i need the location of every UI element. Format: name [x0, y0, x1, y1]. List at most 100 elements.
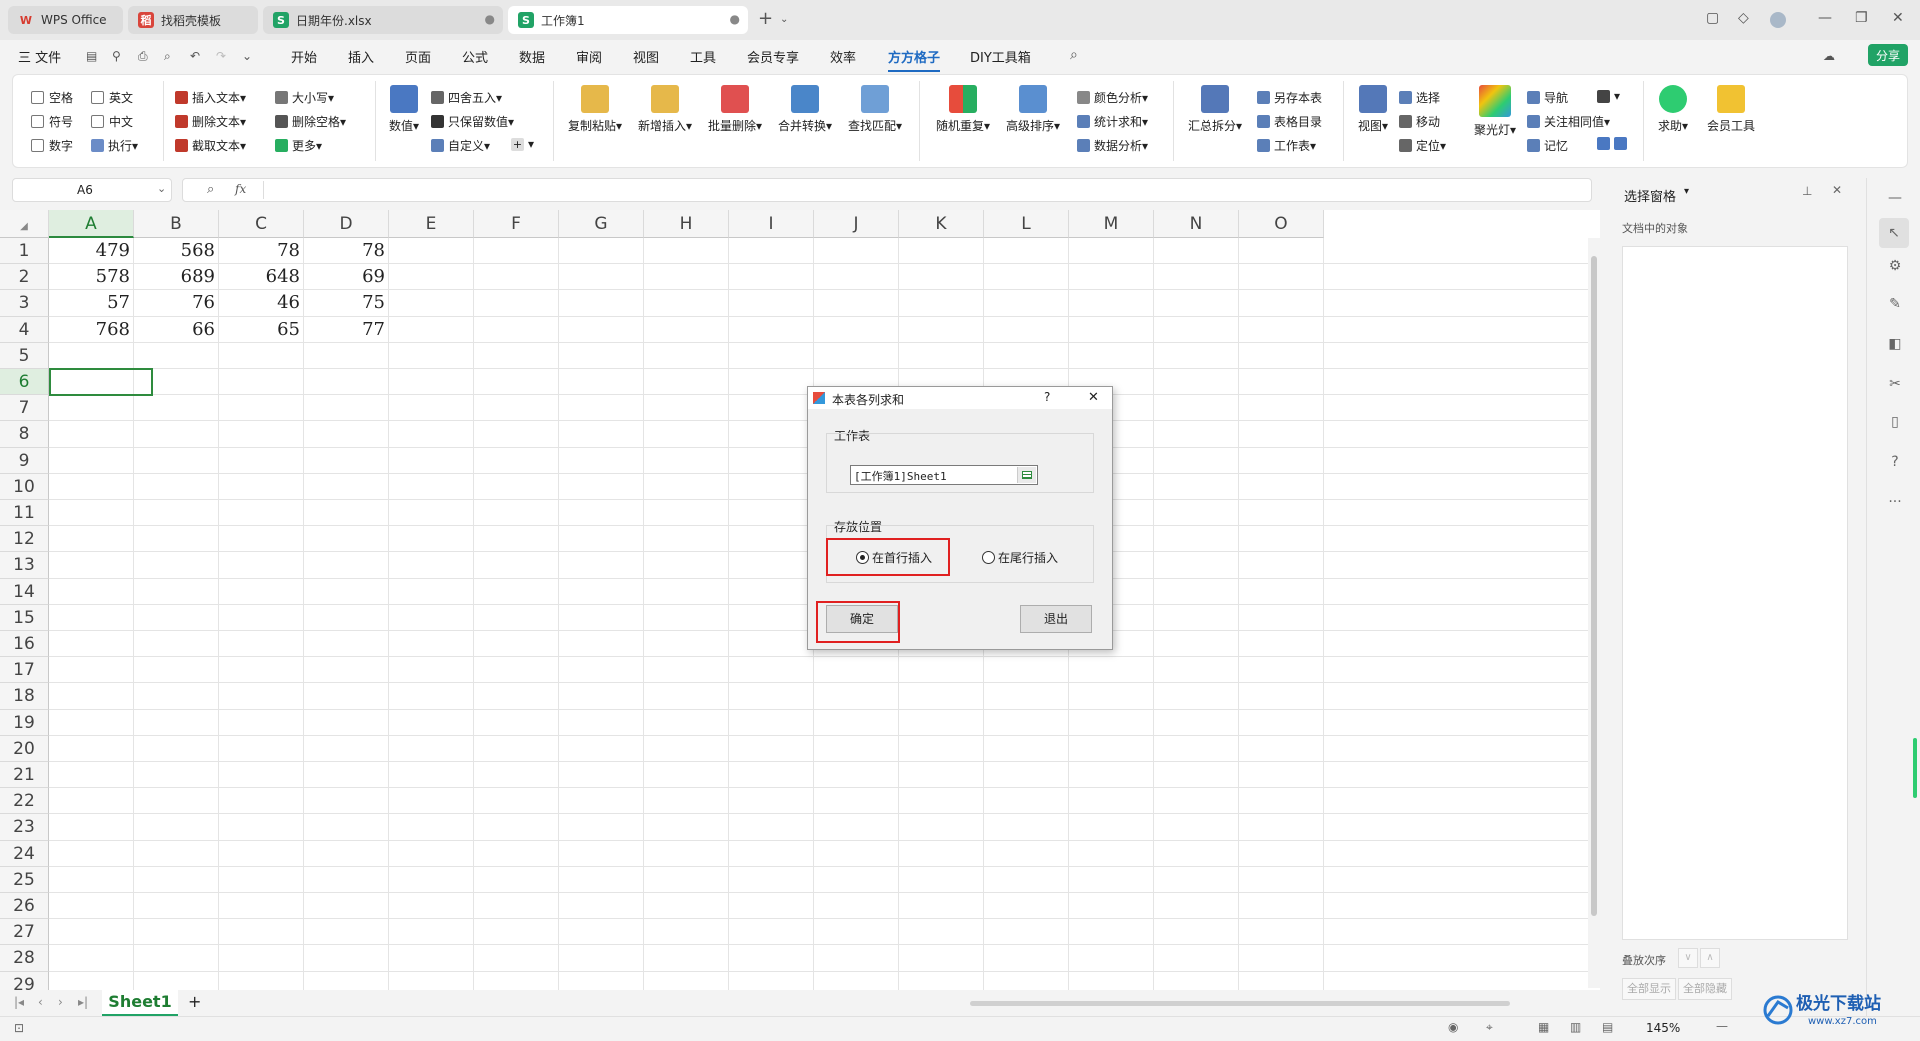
worksheet-input[interactable]: [工作簿1]Sheet1 [850, 465, 1038, 485]
spreadsheet-grid[interactable]: ◢ ABCDEFGHIJKLMNO 1 2 3 4 5 6 7 8 9 10 11 12 13 14 15 1… [0, 210, 1600, 990]
advanced-sort-button[interactable]: 高级排序▾ [1001, 85, 1065, 134]
tools-icon[interactable]: ✂ [1887, 376, 1903, 392]
add-insert-button[interactable]: 新增插入▾ [633, 85, 697, 134]
target-icon[interactable]: ⌖ [1486, 1020, 1493, 1035]
copy-paste-button[interactable]: 复制粘贴▾ [563, 85, 627, 134]
row-header-9[interactable]: 9 [0, 447, 49, 474]
move-down-button[interactable]: ∨ [1678, 948, 1698, 968]
worksheet-button[interactable]: 工作表 ▾ [1257, 137, 1316, 154]
row-header-28[interactable]: 28 [0, 945, 49, 972]
menu-fangfang[interactable]: 方方格子 [888, 47, 941, 72]
column-header-H[interactable]: H [644, 210, 729, 238]
page-layout-icon[interactable]: ▥ [1570, 1020, 1581, 1034]
window-layout-icon[interactable]: ▢ [1706, 10, 1719, 26]
row-header-26[interactable]: 26 [0, 893, 49, 920]
fx-icon[interactable]: fx [235, 182, 246, 196]
zoom-out-icon[interactable]: — [1716, 1019, 1728, 1033]
arrow-left-icon[interactable] [1597, 137, 1610, 150]
row-header-23[interactable]: 23 [0, 814, 49, 841]
chevron-down-icon[interactable]: ⌄ [242, 49, 256, 63]
chevron-down-icon[interactable]: ▾ [1684, 186, 1689, 197]
column-header-A[interactable]: A [49, 210, 134, 238]
objects-list[interactable] [1622, 246, 1848, 940]
table-toc-button[interactable]: 表格目录 [1257, 113, 1322, 130]
close-icon[interactable]: ● [730, 12, 740, 26]
new-tab-icon[interactable]: + [758, 8, 773, 29]
navigation-button[interactable]: 导航 [1527, 89, 1568, 106]
menu-start[interactable]: 开始 [291, 47, 317, 66]
menu-insert[interactable]: 插入 [348, 47, 374, 66]
pin-icon[interactable]: ⊥ [1802, 184, 1812, 198]
active-cell-A6[interactable] [49, 368, 153, 396]
macro-icon[interactable]: ⊡ [14, 1021, 24, 1035]
row-header-20[interactable]: 20 [0, 735, 49, 762]
print-preview-icon[interactable]: ⌕ [164, 49, 178, 63]
column-header-K[interactable]: K [899, 210, 984, 238]
window-close-icon[interactable]: ✕ [1892, 10, 1904, 26]
chevron-down-icon[interactable]: ⌄ [157, 182, 166, 195]
select-button[interactable]: 选择 [1399, 89, 1440, 106]
execute-button[interactable]: 执行 ▾ [91, 137, 138, 154]
cell-B3[interactable]: 76 [134, 290, 219, 316]
cloud-icon[interactable]: ☁ [1823, 49, 1837, 63]
help-button[interactable]: 求助▾ [1651, 85, 1695, 134]
row-header-13[interactable]: 13 [0, 552, 49, 579]
save-sheet-button[interactable]: 另存本表 [1257, 89, 1322, 106]
menu-diy[interactable]: DIY工具箱 [970, 47, 1031, 66]
restore-icon[interactable]: ❐ [1855, 10, 1868, 26]
close-icon[interactable]: ● [485, 12, 495, 26]
prev-next-buttons[interactable] [1597, 137, 1631, 150]
custom-button[interactable]: 自定义 ▾ [431, 137, 490, 154]
delete-space-button[interactable]: 删除空格 ▾ [275, 113, 346, 130]
radio-bottom-row[interactable]: 在尾行插入 [982, 549, 1058, 566]
cell-A3[interactable]: 57 [49, 290, 134, 316]
row-header-22[interactable]: 22 [0, 788, 49, 815]
cell-C4[interactable]: 65 [219, 317, 304, 343]
radio-unselected[interactable] [982, 551, 995, 564]
menu-member[interactable]: 会员专享 [747, 47, 799, 66]
column-header-I[interactable]: I [729, 210, 814, 238]
cell-A4[interactable]: 768 [49, 317, 134, 343]
cursor-select-icon[interactable]: ↖ [1879, 218, 1909, 248]
locate-button[interactable]: 定位 ▾ [1399, 137, 1446, 154]
column-header-F[interactable]: F [474, 210, 559, 238]
check-chinese[interactable]: 中文 [91, 113, 133, 130]
cube-icon[interactable]: ◇ [1738, 10, 1749, 26]
next-sheet-icon[interactable]: › [58, 995, 63, 1009]
view-button[interactable]: 视图▾ [1351, 85, 1395, 134]
select-all-corner[interactable]: ◢ [0, 210, 49, 238]
search-icon[interactable]: ⌕ [1070, 47, 1084, 63]
watch-same-button[interactable]: 关注相同值 ▾ [1527, 113, 1610, 130]
column-header-O[interactable]: O [1239, 210, 1324, 238]
key-icon[interactable]: ⚲ [112, 49, 126, 63]
cell-A1[interactable]: 479 [49, 238, 134, 264]
data-analysis-button[interactable]: 数据分析 ▾ [1077, 137, 1148, 154]
random-repeat-button[interactable]: 随机重复▾ [931, 85, 995, 134]
check-english[interactable]: 英文 [91, 89, 133, 106]
row-header-2[interactable]: 2 [0, 264, 49, 291]
cell-B2[interactable]: 689 [134, 264, 219, 290]
grid-select-button[interactable]: ▾ [1597, 89, 1620, 103]
avatar[interactable] [1770, 12, 1786, 28]
row-header-3[interactable]: 3 [0, 290, 49, 317]
tab-date-file[interactable]: S 日期年份.xlsx ● [263, 6, 503, 34]
column-header-E[interactable]: E [389, 210, 474, 238]
menu-view[interactable]: 视图 [633, 47, 659, 66]
show-all-button[interactable]: 全部显示 [1622, 978, 1676, 1000]
cell-B1[interactable]: 568 [134, 238, 219, 264]
cell-A2[interactable]: 578 [49, 264, 134, 290]
column-header-N[interactable]: N [1154, 210, 1239, 238]
row-header-7[interactable]: 7 [0, 395, 49, 422]
cell-D4[interactable]: 77 [304, 317, 389, 343]
row-header-16[interactable]: 16 [0, 631, 49, 658]
sheet-tab-sheet1[interactable]: Sheet1 [102, 990, 178, 1016]
row-header-14[interactable]: 14 [0, 578, 49, 605]
page-break-icon[interactable]: ▤ [1602, 1020, 1613, 1034]
chevron-down-icon[interactable]: ⌄ [780, 14, 788, 25]
add-sheet-icon[interactable]: + [188, 992, 201, 1011]
column-header-C[interactable]: C [219, 210, 304, 238]
check-symbol[interactable]: 符号 [31, 113, 73, 130]
cell-D2[interactable]: 69 [304, 264, 389, 290]
adjust-icon[interactable]: ⚙ [1887, 258, 1903, 274]
row-header-1[interactable]: 1 [0, 238, 49, 265]
